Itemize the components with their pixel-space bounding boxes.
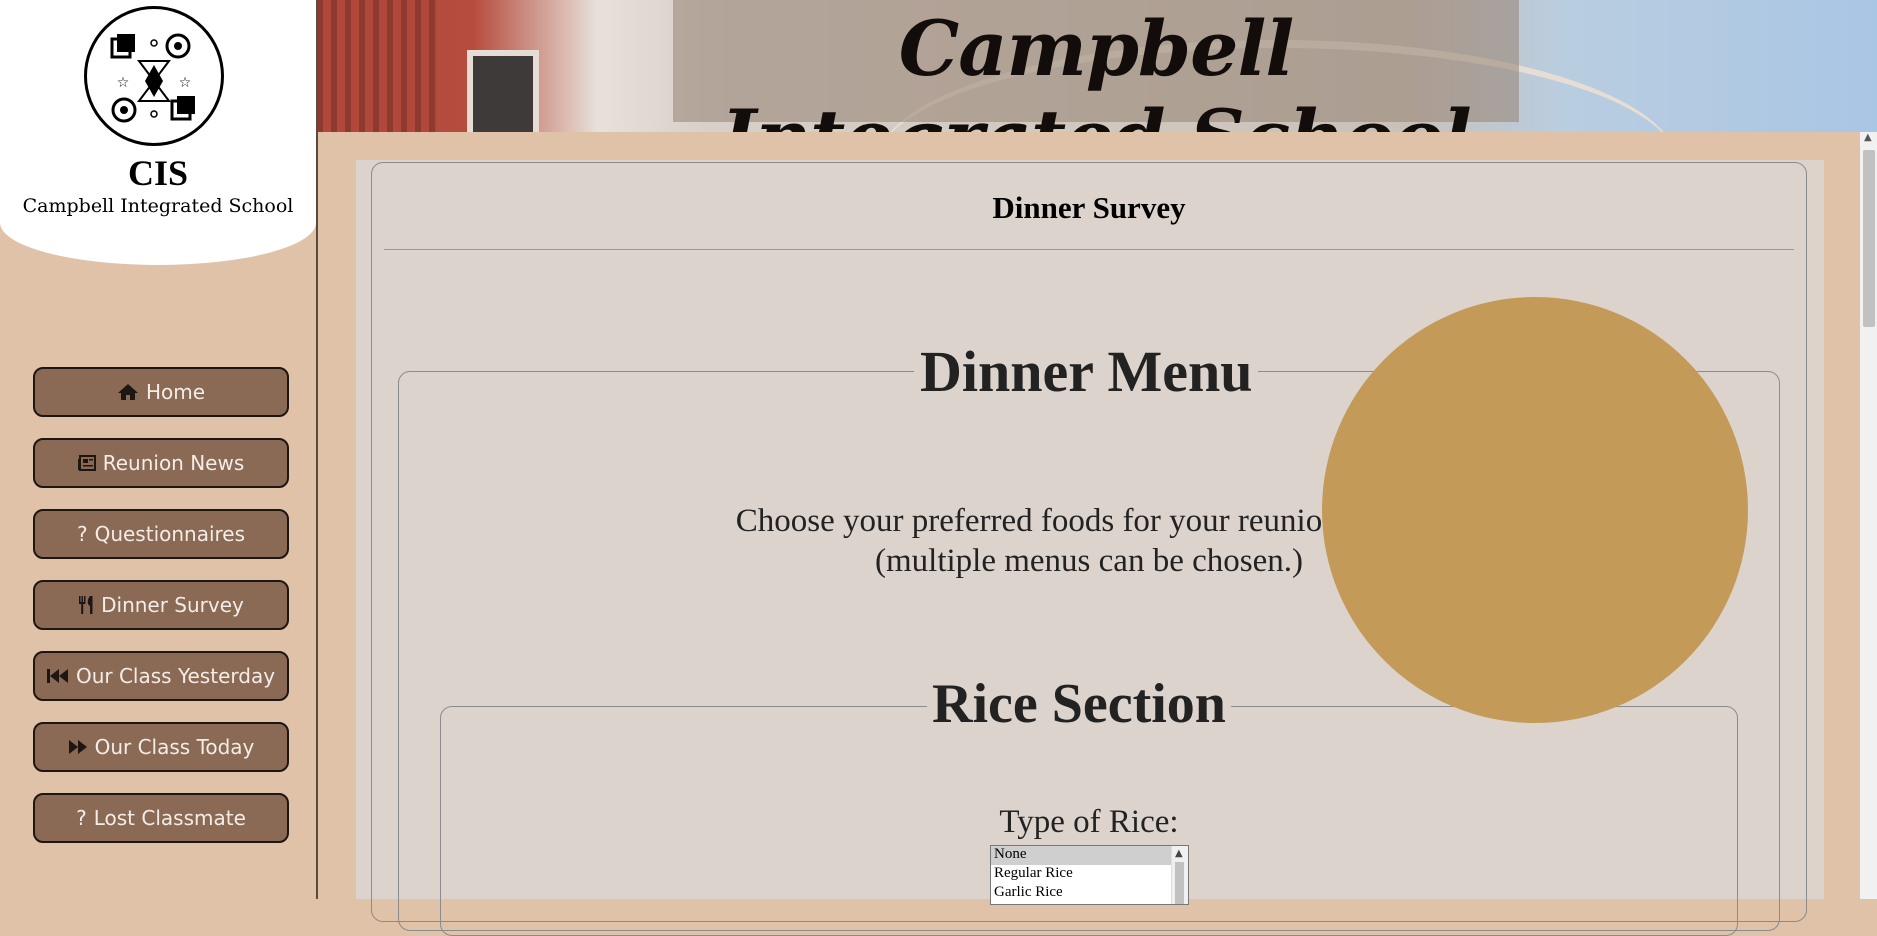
school-acronym: CIS	[127, 153, 189, 193]
svg-text:☆: ☆	[179, 75, 192, 91]
header-title: Campbell Integrated School	[721, 4, 1471, 132]
sidebar: ☆ ☆ CIS Campbell Integrated School Home …	[0, 0, 318, 899]
rice-type-label: Type of Rice:	[999, 804, 1179, 840]
panel-title: Dinner Survey	[992, 190, 1186, 225]
nav-our-class-today-button[interactable]: Our Class Today	[33, 722, 289, 772]
backward-icon	[46, 668, 69, 684]
building-image	[317, 0, 437, 132]
rice-section-legend: Rice Section	[927, 672, 1231, 736]
scroll-up-icon[interactable]: ▲	[1175, 848, 1183, 859]
nav-our-class-yesterday-label: Our Class Yesterday	[75, 664, 276, 688]
page-scrollbar[interactable]: ▲	[1860, 132, 1877, 899]
nav-our-class-today-label: Our Class Today	[94, 735, 255, 759]
forward-icon	[68, 739, 88, 755]
nav-dinner-survey-label: Dinner Survey	[101, 593, 244, 617]
dinner-menu-legend: Dinner Menu	[914, 338, 1259, 405]
rice-option[interactable]: Garlic Rice	[991, 884, 1172, 903]
nav-questionnaires-button[interactable]: ? Questionnaires	[33, 509, 289, 559]
home-icon	[117, 383, 139, 401]
nav-reunion-news-button[interactable]: Reunion News	[33, 438, 289, 488]
newspaper-icon	[77, 455, 96, 471]
select-scrollbar[interactable]: ▲	[1171, 846, 1188, 904]
nav-dinner-survey-button[interactable]: Dinner Survey	[33, 580, 289, 630]
building-window	[467, 50, 539, 132]
decorative-circle	[1322, 297, 1748, 723]
school-logo-icon: ☆ ☆	[84, 6, 224, 146]
nav-home-label: Home	[145, 380, 206, 404]
svg-text:☆: ☆	[117, 75, 130, 91]
nav-questionnaires-label: Questionnaires	[94, 522, 246, 546]
nav-lost-classmate-button[interactable]: ? Lost Classmate	[33, 793, 289, 843]
question-icon: ?	[76, 806, 87, 830]
nav-reunion-news-label: Reunion News	[102, 451, 245, 475]
divider	[384, 249, 1794, 250]
question-icon: ?	[76, 522, 88, 546]
rice-type-select[interactable]: None Regular Rice Garlic Rice ▲	[990, 845, 1189, 905]
nav-our-class-yesterday-button[interactable]: Our Class Yesterday	[33, 651, 289, 701]
rice-option[interactable]: Regular Rice	[991, 865, 1172, 884]
school-name: Campbell Integrated School	[22, 195, 294, 217]
rice-option[interactable]: None	[991, 846, 1172, 865]
utensils-icon	[78, 595, 94, 615]
logo-area: ☆ ☆ CIS Campbell Integrated School	[0, 0, 316, 265]
header-banner: Campbell Integrated School	[317, 0, 1877, 132]
nav-home-button[interactable]: Home	[33, 367, 289, 417]
scroll-up-icon[interactable]: ▲	[1864, 132, 1872, 143]
page-scroll-thumb[interactable]	[1863, 150, 1875, 327]
nav-lost-classmate-label: Lost Classmate	[93, 806, 246, 830]
